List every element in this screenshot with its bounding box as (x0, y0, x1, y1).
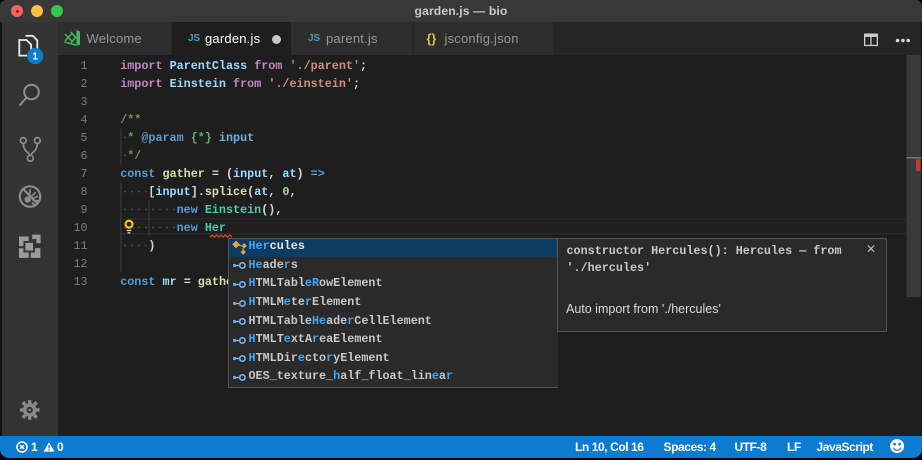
svg-text:1: 1 (32, 52, 38, 63)
